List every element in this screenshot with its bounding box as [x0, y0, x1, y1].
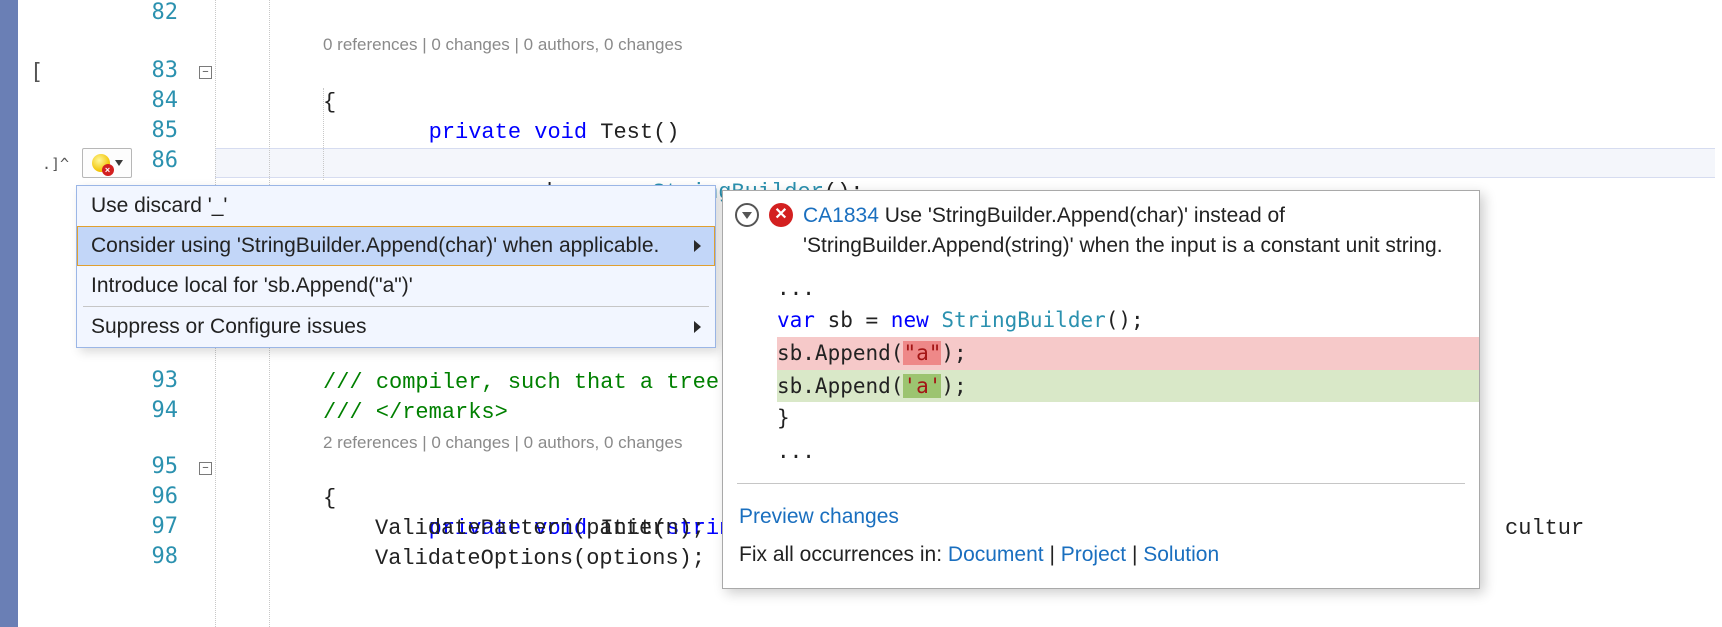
- preview-changes-link[interactable]: Preview changes: [739, 505, 899, 528]
- qa-item-suppress-configure[interactable]: Suppress or Configure issues: [77, 307, 715, 347]
- lightbulb-icon: ×: [92, 154, 110, 172]
- line-number: 84: [98, 88, 178, 113]
- line-number: 93: [98, 368, 178, 393]
- editor-margin: [18, 0, 78, 627]
- line-number: 94: [98, 398, 178, 423]
- line-number: 97: [98, 514, 178, 539]
- codelens[interactable]: 0 references | 0 changes | 0 authors, 0 …: [323, 30, 682, 60]
- collapse-toggle[interactable]: [735, 203, 759, 227]
- code-text: ValidatePattern(pattern);: [375, 514, 705, 544]
- qa-item-append-char[interactable]: Consider using 'StringBuilder.Append(cha…: [77, 226, 715, 266]
- fix-all-label: Fix all occurrences in:: [739, 543, 948, 566]
- outline-toggle[interactable]: −: [199, 66, 212, 79]
- chevron-down-icon: [115, 160, 123, 166]
- submenu-arrow-icon: [694, 321, 701, 333]
- diff-preview: ... var sb = new StringBuilder(); sb.App…: [723, 272, 1479, 477]
- margin-glyph-text: .]^: [42, 155, 69, 173]
- code-comment: /// </remarks>: [323, 398, 508, 428]
- diff-removed-line: sb.Append("a");: [777, 337, 1479, 370]
- line-number: 82: [98, 0, 178, 25]
- line-number: 83: [98, 58, 178, 83]
- quick-action-preview: ✕ CA1834 Use 'StringBuilder.Append(char)…: [722, 190, 1480, 589]
- code-text: {: [323, 88, 336, 118]
- fix-document-link[interactable]: Document: [948, 543, 1044, 566]
- margin-bracket: [: [30, 60, 43, 85]
- outline-toggle[interactable]: −: [199, 462, 212, 475]
- code-text: ValidateOptions(options);: [375, 544, 705, 574]
- submenu-arrow-icon: [694, 240, 701, 252]
- quick-actions-lightbulb[interactable]: ×: [82, 148, 132, 178]
- fix-solution-link[interactable]: Solution: [1143, 543, 1219, 566]
- line-number: 95: [98, 454, 178, 479]
- chevron-down-icon: [742, 212, 752, 219]
- qa-item-use-discard[interactable]: Use discard '_': [77, 186, 715, 226]
- line-number: 96: [98, 484, 178, 509]
- fix-project-link[interactable]: Project: [1061, 543, 1126, 566]
- line-number: 98: [98, 544, 178, 569]
- separator: [737, 483, 1465, 484]
- diagnostic-message: CA1834 Use 'StringBuilder.Append(char)' …: [803, 201, 1465, 262]
- code-comment: compiler, such that a tree s: [376, 370, 746, 395]
- rule-id: CA1834: [803, 204, 879, 227]
- error-icon: ✕: [769, 203, 793, 227]
- quick-actions-menu: Use discard '_' Consider using 'StringBu…: [76, 185, 716, 348]
- window-left-strip: [0, 0, 18, 627]
- line-number: 85: [98, 118, 178, 143]
- diff-added-line: sb.Append('a');: [777, 370, 1479, 403]
- qa-item-introduce-local[interactable]: Introduce local for 'sb.Append("a")': [77, 266, 715, 306]
